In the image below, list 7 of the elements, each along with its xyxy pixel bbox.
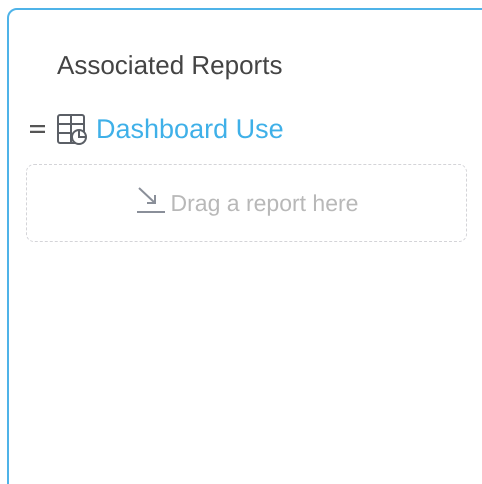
- dashboard-icon: [57, 114, 88, 144]
- panel-title: Associated Reports: [57, 49, 282, 82]
- drag-handle-icon[interactable]: [30, 125, 45, 133]
- drop-zone-hint: Drag a report here: [170, 188, 358, 218]
- drop-zone[interactable]: Drag a report here: [26, 164, 467, 242]
- arrow-down-right-icon: [134, 185, 167, 215]
- report-link[interactable]: Dashboard Use: [96, 108, 284, 150]
